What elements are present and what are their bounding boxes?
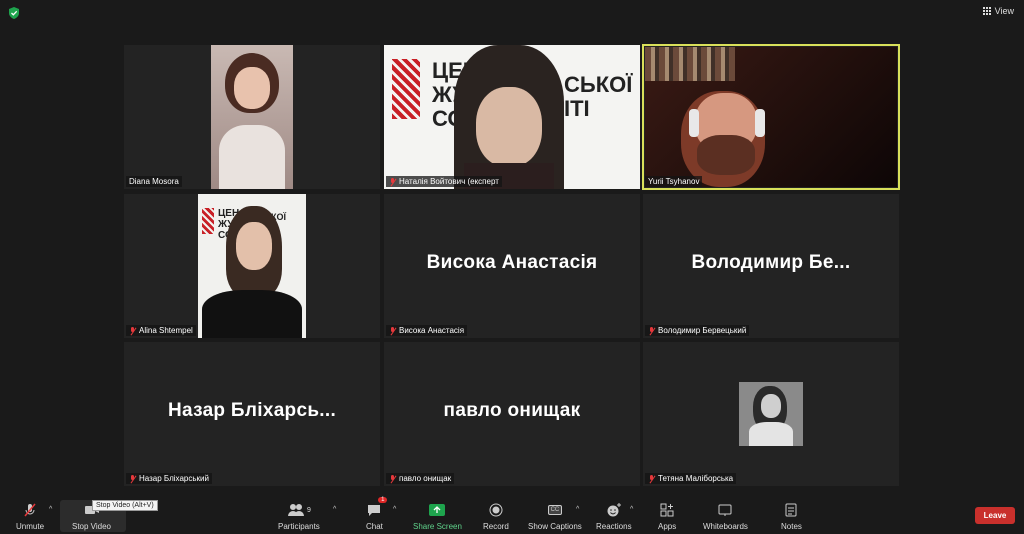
muted-mic-icon (129, 474, 136, 483)
closed-captions-icon: CC (547, 505, 563, 515)
participant-display-name: Назар Бліхарсь... (167, 400, 337, 421)
video-tile-nazar-blikharskyi[interactable]: Назар Бліхарсь... Назар Бліхарський (124, 342, 380, 486)
chat-bubble-icon (368, 505, 381, 516)
participant-display-name: павло онищак (443, 400, 581, 421)
muted-microphone-icon (24, 503, 36, 517)
video-tile-alina-shtempel[interactable]: ЦЕНЖУСО СЬКОЇІТІ Alina Shtempel (124, 194, 380, 338)
notes-icon (785, 503, 797, 517)
whiteboard-icon (718, 504, 732, 516)
chat-unread-badge: 1 (378, 497, 388, 503)
video-tile-diana-mosora[interactable]: Diana Mosora (124, 45, 380, 189)
apps-button[interactable]: Apps (658, 500, 676, 531)
participant-video: ЦЕНЖУСО СЬКОЇІТІ (198, 194, 306, 338)
video-tile-pavlo-onyshchak[interactable]: павло онищак павло онищак (384, 342, 640, 486)
share-screen-button[interactable]: Share Screen (413, 500, 462, 531)
muted-mic-icon (389, 177, 396, 186)
participant-video (645, 47, 897, 187)
video-tile-volodymyr-bervetskyi[interactable]: Володимир Бе... Володимир Бервецький (643, 194, 899, 338)
record-icon (489, 503, 503, 517)
video-tile-vysoka-anastasiia[interactable]: Висока Анастасія Висока Анастасія (384, 194, 640, 338)
video-tile-tetiana-maliborska[interactable]: Тетяна Маліборська (643, 342, 899, 486)
share-screen-icon (429, 504, 446, 516)
view-button[interactable]: View (982, 6, 1014, 16)
reactions-options-caret[interactable]: ^ (630, 506, 633, 513)
unmute-button[interactable]: Unmute (16, 500, 44, 531)
leave-button[interactable]: Leave (975, 507, 1015, 524)
record-button[interactable]: Record (483, 500, 509, 531)
view-label: View (994, 6, 1014, 16)
participant-display-name: Висока Анастасія (426, 252, 598, 273)
participant-video (211, 45, 293, 189)
participant-name-label: Yurii Tsyhanov (645, 176, 703, 187)
chat-options-caret[interactable]: ^ (393, 506, 396, 513)
participants-count: 9 (306, 506, 311, 514)
grid-view-icon (982, 7, 991, 15)
muted-mic-icon (389, 326, 396, 335)
notes-button[interactable]: Notes (781, 500, 802, 531)
participant-name-label: Alina Shtempel (126, 325, 196, 336)
muted-mic-icon (648, 474, 655, 483)
video-tile-natalia-voitovych[interactable]: ЦЕН ЖУ СО СЬКОЇ ІТІ Наталія Войтович (експе… (384, 45, 640, 189)
reactions-button[interactable]: Reactions (596, 500, 632, 531)
participant-name-label: Наталія Войтович (експерт (386, 176, 502, 187)
whiteboards-button[interactable]: Whiteboards (703, 500, 748, 531)
participant-display-name: Володимир Бе... (691, 252, 851, 273)
muted-mic-icon (389, 474, 396, 483)
participant-name-label: Назар Бліхарський (126, 473, 212, 484)
muted-mic-icon (648, 326, 655, 335)
participant-name-label: Тетяна Маліборська (645, 473, 737, 484)
participant-name-label: Висока Анастасія (386, 325, 468, 336)
apps-icon (660, 503, 674, 517)
participant-name-label: Diana Mosora (126, 176, 182, 187)
participants-icon (287, 504, 304, 516)
reactions-smiley-icon (607, 503, 621, 517)
muted-mic-icon (129, 326, 136, 335)
participants-button[interactable]: 9 Participants (278, 500, 320, 531)
participants-options-caret[interactable]: ^ (333, 506, 336, 513)
participant-avatar (739, 382, 803, 446)
captions-options-caret[interactable]: ^ (576, 506, 579, 513)
participant-name-label: Володимир Бервецький (645, 325, 750, 336)
video-tile-yurii-tsyhanov[interactable]: Yurii Tsyhanov (642, 44, 900, 190)
encryption-shield-icon[interactable] (8, 7, 20, 19)
show-captions-button[interactable]: CC Show Captions (528, 500, 582, 531)
chat-button[interactable]: 1 Chat (366, 497, 388, 531)
participant-video: ЦЕНЖУСО СЬКОЇІТІ (384, 45, 640, 189)
stop-video-tooltip: Stop Video (Alt+V) (92, 500, 158, 511)
participant-name-label: павло онищак (386, 473, 455, 484)
audio-options-caret[interactable]: ^ (49, 506, 52, 513)
